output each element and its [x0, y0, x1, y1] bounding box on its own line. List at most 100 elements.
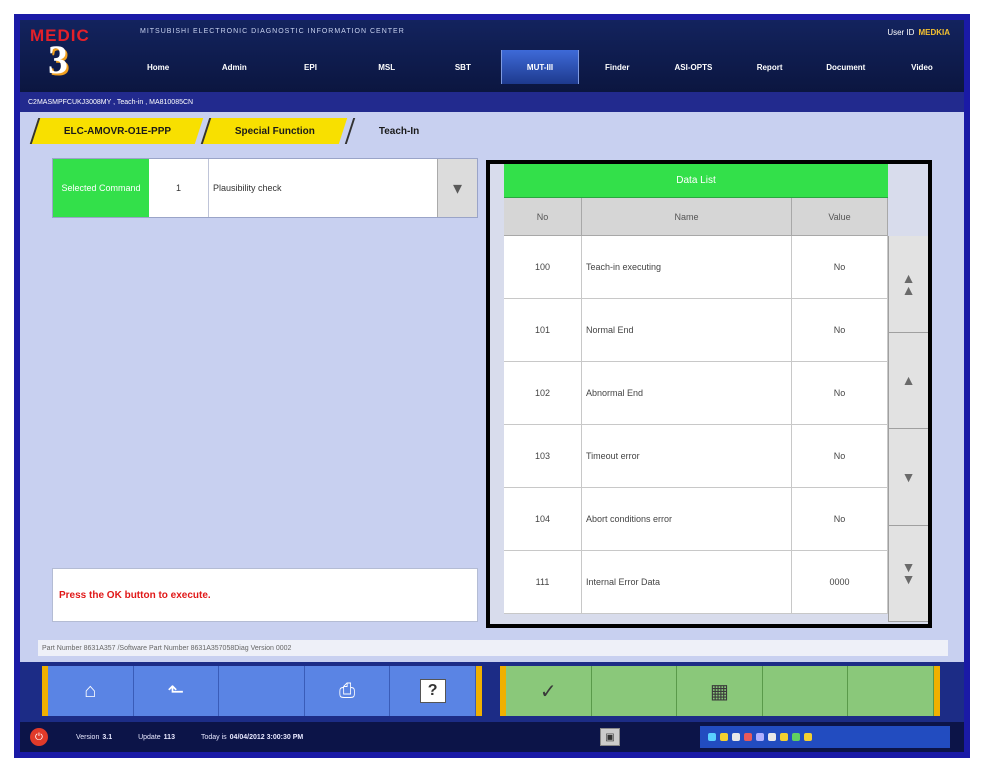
nav-tab-document[interactable]: Document [808, 50, 884, 84]
nav-tab-video[interactable]: Video [884, 50, 960, 84]
blank-right-button-3[interactable] [848, 666, 934, 716]
breadcrumb-tab-ecu-label: ELC-AMOVR-O1E-PPP [64, 125, 172, 137]
logo-number: 3 [48, 37, 68, 82]
ok-button[interactable]: ✓ [506, 666, 592, 716]
tray-icon[interactable] [756, 733, 764, 741]
nav-tab-finder[interactable]: Finder [579, 50, 655, 84]
user-id: User ID MEDKIA [887, 28, 950, 37]
version-label: Version [76, 733, 100, 741]
nav-tab-report[interactable]: Report [732, 50, 808, 84]
tray-icon[interactable] [780, 733, 788, 741]
tray-icon[interactable] [768, 733, 776, 741]
column-header-value: Value [792, 198, 888, 235]
row-value: No [792, 425, 888, 487]
checkmark-icon: ✓ [539, 680, 557, 703]
table-row[interactable]: 103 Timeout error No [504, 425, 888, 488]
blank-right-button-1[interactable] [592, 666, 678, 716]
page-down-button[interactable]: ▼ [888, 429, 928, 526]
user-id-value: MEDKIA [918, 28, 950, 37]
data-list-header: No Name Value [504, 198, 888, 236]
breadcrumb-tab-special-function[interactable]: Special Function [201, 118, 348, 144]
data-list-rows: 100 Teach-in executing No 101 Normal End… [504, 236, 888, 614]
page-up-button[interactable]: ▲ [888, 332, 928, 429]
row-value: No [792, 299, 888, 361]
instruction-message: Press the OK button to execute. [52, 568, 478, 622]
row-name: Abnormal End [582, 362, 792, 424]
table-row[interactable]: 111 Internal Error Data 0000 [504, 551, 888, 614]
nav-tab-epi[interactable]: EPI [272, 50, 348, 84]
double-down-arrow-icon: ▼ ▼ [901, 559, 916, 588]
row-value: No [792, 488, 888, 550]
breadcrumb-tab-ecu[interactable]: ELC-AMOVR-O1E-PPP [29, 118, 204, 144]
data-list-panel: Data List No Name Value 100 Teach-in exe… [486, 160, 932, 628]
row-no: 104 [504, 488, 582, 550]
column-header-name: Name [582, 198, 792, 235]
blank-right-button-2[interactable] [763, 666, 849, 716]
printer-icon: ⎙ [339, 679, 356, 702]
scroll-top-button[interactable]: ▲ ▲ [888, 236, 928, 333]
down-arrow-icon: ▼ [901, 468, 916, 485]
screenshot-icon[interactable]: ▣ [600, 728, 620, 746]
graph-view-icon: ▦ [710, 680, 729, 703]
selected-command-label: Selected Command [53, 159, 149, 217]
main-nav: Home Admin EPI MSL SBT MUT-III Finder AS… [120, 50, 960, 84]
tray-icon[interactable] [744, 733, 752, 741]
selected-command-row: Selected Command 1 Plausibility check ▾ [52, 158, 478, 218]
tray-icon[interactable] [720, 733, 728, 741]
date-info: Today is 04/04/2012 3:00:30 PM [201, 734, 303, 741]
table-row[interactable]: 100 Teach-in executing No [504, 236, 888, 299]
system-tray [700, 726, 950, 748]
nav-tab-sbt[interactable]: SBT [425, 50, 501, 84]
return-arrow-icon: ⬑ [167, 680, 185, 703]
row-name: Internal Error Data [582, 551, 792, 613]
tray-icon[interactable] [804, 733, 812, 741]
tray-icon[interactable] [708, 733, 716, 741]
nav-tab-admin[interactable]: Admin [196, 50, 272, 84]
nav-tab-asi-opts[interactable]: ASI-OPTS [655, 50, 731, 84]
bottom-toolbar: ⌂ ⬑ ⎙ ? ✓ ▦ [20, 662, 964, 722]
tray-icon[interactable] [792, 733, 800, 741]
medic-logo: MEDIC 3 [30, 26, 126, 84]
version-value: 3.1 [102, 733, 113, 741]
update-label: Update [138, 733, 161, 741]
nav-tab-mut-iii[interactable]: MUT-III [500, 50, 580, 84]
nav-tab-msl[interactable]: MSL [349, 50, 425, 84]
row-value: 0000 [792, 551, 888, 613]
power-button[interactable]: ⏻ [30, 728, 48, 746]
left-tool-group: ⌂ ⬑ ⎙ ? [42, 666, 482, 716]
nav-tab-home[interactable]: Home [120, 50, 196, 84]
table-row[interactable]: 104 Abort conditions error No [504, 488, 888, 551]
command-number: 1 [149, 159, 209, 217]
update-info: Update 113 [138, 734, 175, 741]
blank-tool-button[interactable] [219, 666, 305, 716]
app-header: MEDIC 3 MITSUBISHI ELECTRONIC DIAGNOSTIC… [20, 20, 964, 92]
help-icon: ? [419, 679, 446, 703]
table-row[interactable]: 101 Normal End No [504, 299, 888, 362]
row-no: 111 [504, 551, 582, 613]
breadcrumb-tab-special-function-label: Special Function [235, 125, 316, 137]
status-bar: ⏻ Version 3.1 Update 113 Today is 04/04/201… [20, 722, 964, 752]
system-name: MITSUBISHI ELECTRONIC DIAGNOSTIC INFORMA… [140, 28, 405, 35]
scroll-bottom-button[interactable]: ▼ ▼ [888, 525, 928, 622]
breadcrumb: ELC-AMOVR-O1E-PPP Special Function Teach… [29, 118, 454, 144]
home-button[interactable]: ⌂ [48, 666, 134, 716]
right-tool-group: ✓ ▦ [500, 666, 940, 716]
today-value: 04/04/2012 3:00:30 PM [229, 733, 304, 741]
help-button[interactable]: ? [390, 666, 476, 716]
chevron-down-icon: ▾ [452, 177, 463, 198]
tray-icon[interactable] [732, 733, 740, 741]
table-row[interactable]: 102 Abnormal End No [504, 362, 888, 425]
row-name: Abort conditions error [582, 488, 792, 550]
row-name: Teach-in executing [582, 236, 792, 298]
row-name: Normal End [582, 299, 792, 361]
row-value: No [792, 362, 888, 424]
back-button[interactable]: ⬑ [134, 666, 220, 716]
print-button[interactable]: ⎙ [305, 666, 391, 716]
data-list-title: Data List [504, 164, 888, 198]
graph-view-button[interactable]: ▦ [677, 666, 763, 716]
row-no: 103 [504, 425, 582, 487]
version-info: Version 3.1 [76, 734, 112, 741]
up-arrow-icon: ▲ [901, 372, 916, 389]
command-dropdown-button[interactable]: ▾ [437, 159, 477, 217]
row-no: 102 [504, 362, 582, 424]
